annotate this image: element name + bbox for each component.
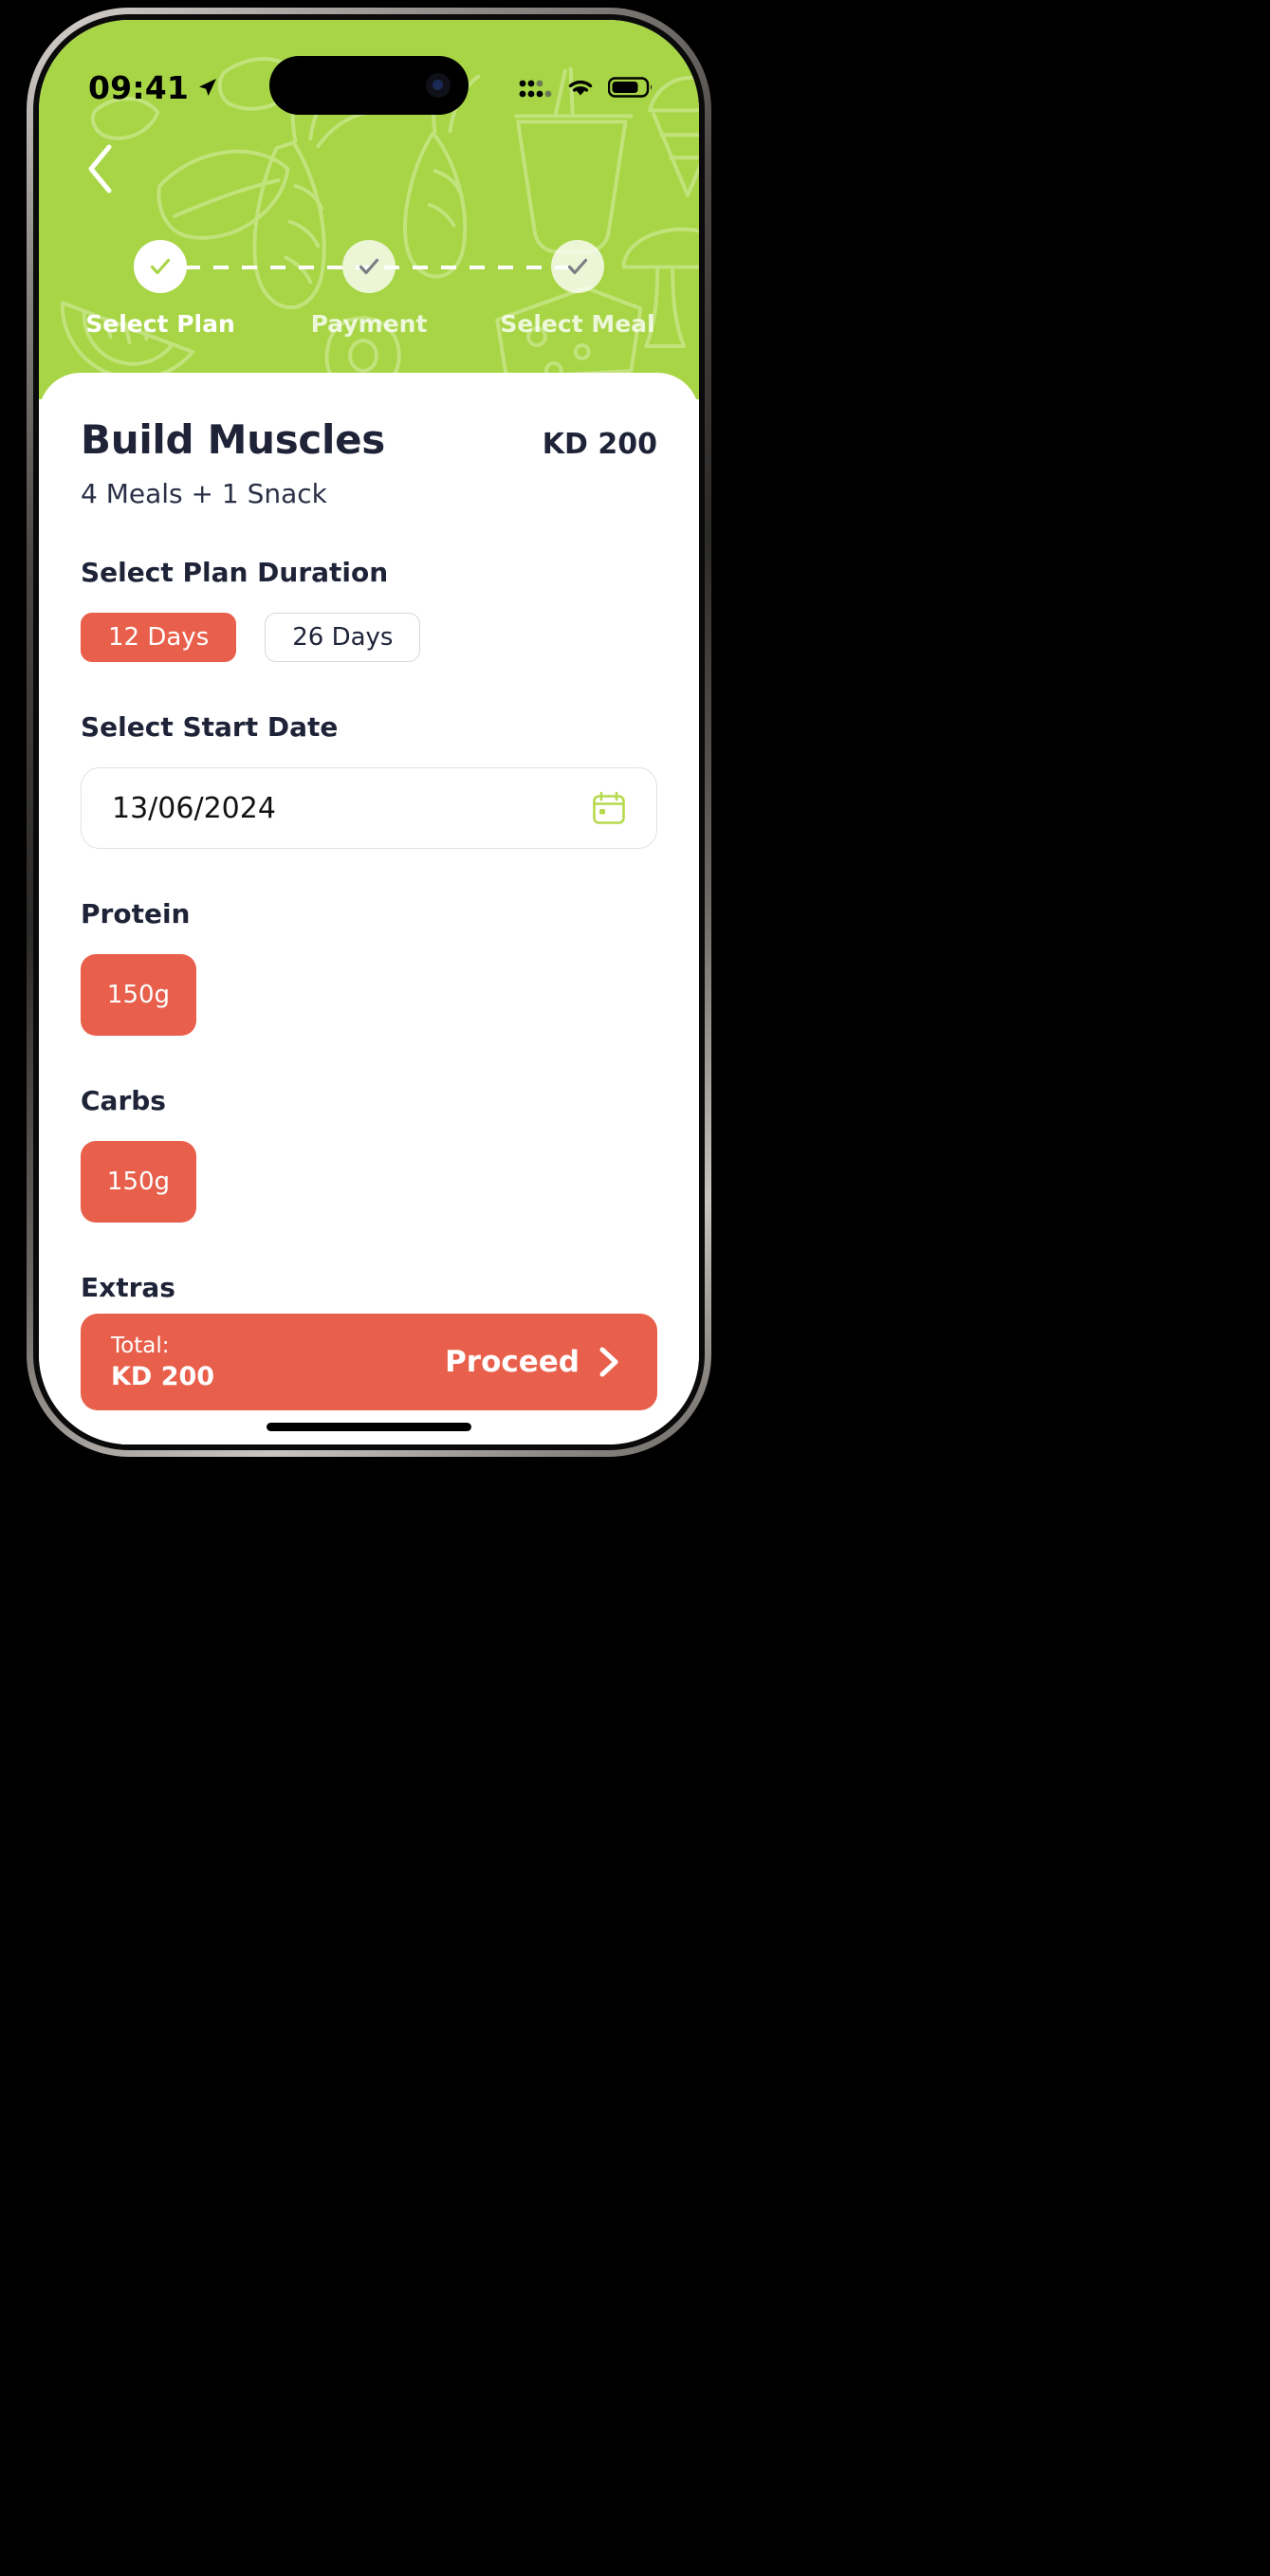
stepper-row: Select Plan Payment Select Meal — [85, 240, 655, 338]
section-title-extras: Extras — [81, 1272, 175, 1303]
duration-options: 12 Days 26 Days — [81, 613, 657, 662]
home-indicator[interactable] — [267, 1423, 471, 1431]
phone-screen: 09:41 Select Plan Payment Select Meal Bu… — [39, 20, 699, 1444]
plan-title: Build Muscles — [81, 416, 385, 463]
section-title-carbs: Carbs — [81, 1085, 166, 1116]
total-value: KD 200 — [111, 1361, 215, 1391]
phone-frame: 09:41 Select Plan Payment Select Meal Bu… — [27, 8, 711, 1457]
stepper-label-1: Select Plan — [85, 310, 235, 338]
start-date-input[interactable]: 13/06/2024 — [81, 767, 657, 849]
plan-header-row: Build Muscles KD 200 — [81, 416, 657, 463]
back-button[interactable] — [73, 141, 128, 196]
total-block: Total: KD 200 — [111, 1334, 214, 1391]
duration-option-12-days[interactable]: 12 Days — [81, 613, 237, 662]
phone-bezel: 09:41 Select Plan Payment Select Meal Bu… — [33, 14, 705, 1450]
total-label: Total: — [111, 1333, 170, 1358]
stepper-step-select-meal[interactable]: Select Meal — [500, 240, 655, 338]
progress-stepper: Select Plan Payment Select Meal — [39, 240, 699, 338]
stepper-step-payment[interactable]: Payment — [303, 240, 435, 338]
section-title-duration: Select Plan Duration — [81, 557, 389, 588]
check-icon — [567, 258, 588, 275]
carbs-options: 150g — [81, 1141, 657, 1223]
chevron-left-icon — [88, 144, 112, 193]
proceed-label: Proceed — [445, 1345, 580, 1379]
plan-price: KD 200 — [542, 428, 657, 461]
stepper-label-3: Select Meal — [500, 310, 655, 338]
plan-detail-content: Build Muscles KD 200 4 Meals + 1 Snack S… — [39, 373, 699, 1444]
duration-option-26-days[interactable]: 26 Days — [265, 613, 421, 662]
check-icon — [150, 258, 171, 275]
section-title-protein: Protein — [81, 898, 191, 929]
plan-subtitle: 4 Meals + 1 Snack — [81, 478, 327, 509]
chevron-right-icon — [599, 1347, 618, 1377]
plan-detail-card: Build Muscles KD 200 4 Meals + 1 Snack S… — [39, 373, 699, 1444]
screenshot-root: 09:41 Select Plan Payment Select Meal Bu… — [0, 0, 1270, 2576]
calendar-icon[interactable] — [590, 789, 628, 827]
protein-option-150g[interactable]: 150g — [81, 954, 196, 1036]
start-date-value: 13/06/2024 — [112, 791, 276, 825]
check-icon — [359, 258, 379, 275]
stepper-circle-2 — [342, 240, 396, 293]
stepper-circle-3 — [551, 240, 604, 293]
bottom-action-bar[interactable]: Total: KD 200 Proceed — [81, 1314, 657, 1410]
protein-options: 150g — [81, 954, 657, 1036]
carbs-option-150g[interactable]: 150g — [81, 1141, 196, 1223]
stepper-label-2: Payment — [310, 310, 428, 338]
front-camera-icon — [426, 73, 451, 98]
dynamic-island — [269, 56, 469, 115]
stepper-step-select-plan[interactable]: Select Plan — [85, 240, 235, 338]
proceed-button[interactable]: Proceed — [445, 1345, 623, 1379]
section-title-start-date: Select Start Date — [81, 711, 339, 743]
stepper-circle-1 — [134, 240, 187, 293]
